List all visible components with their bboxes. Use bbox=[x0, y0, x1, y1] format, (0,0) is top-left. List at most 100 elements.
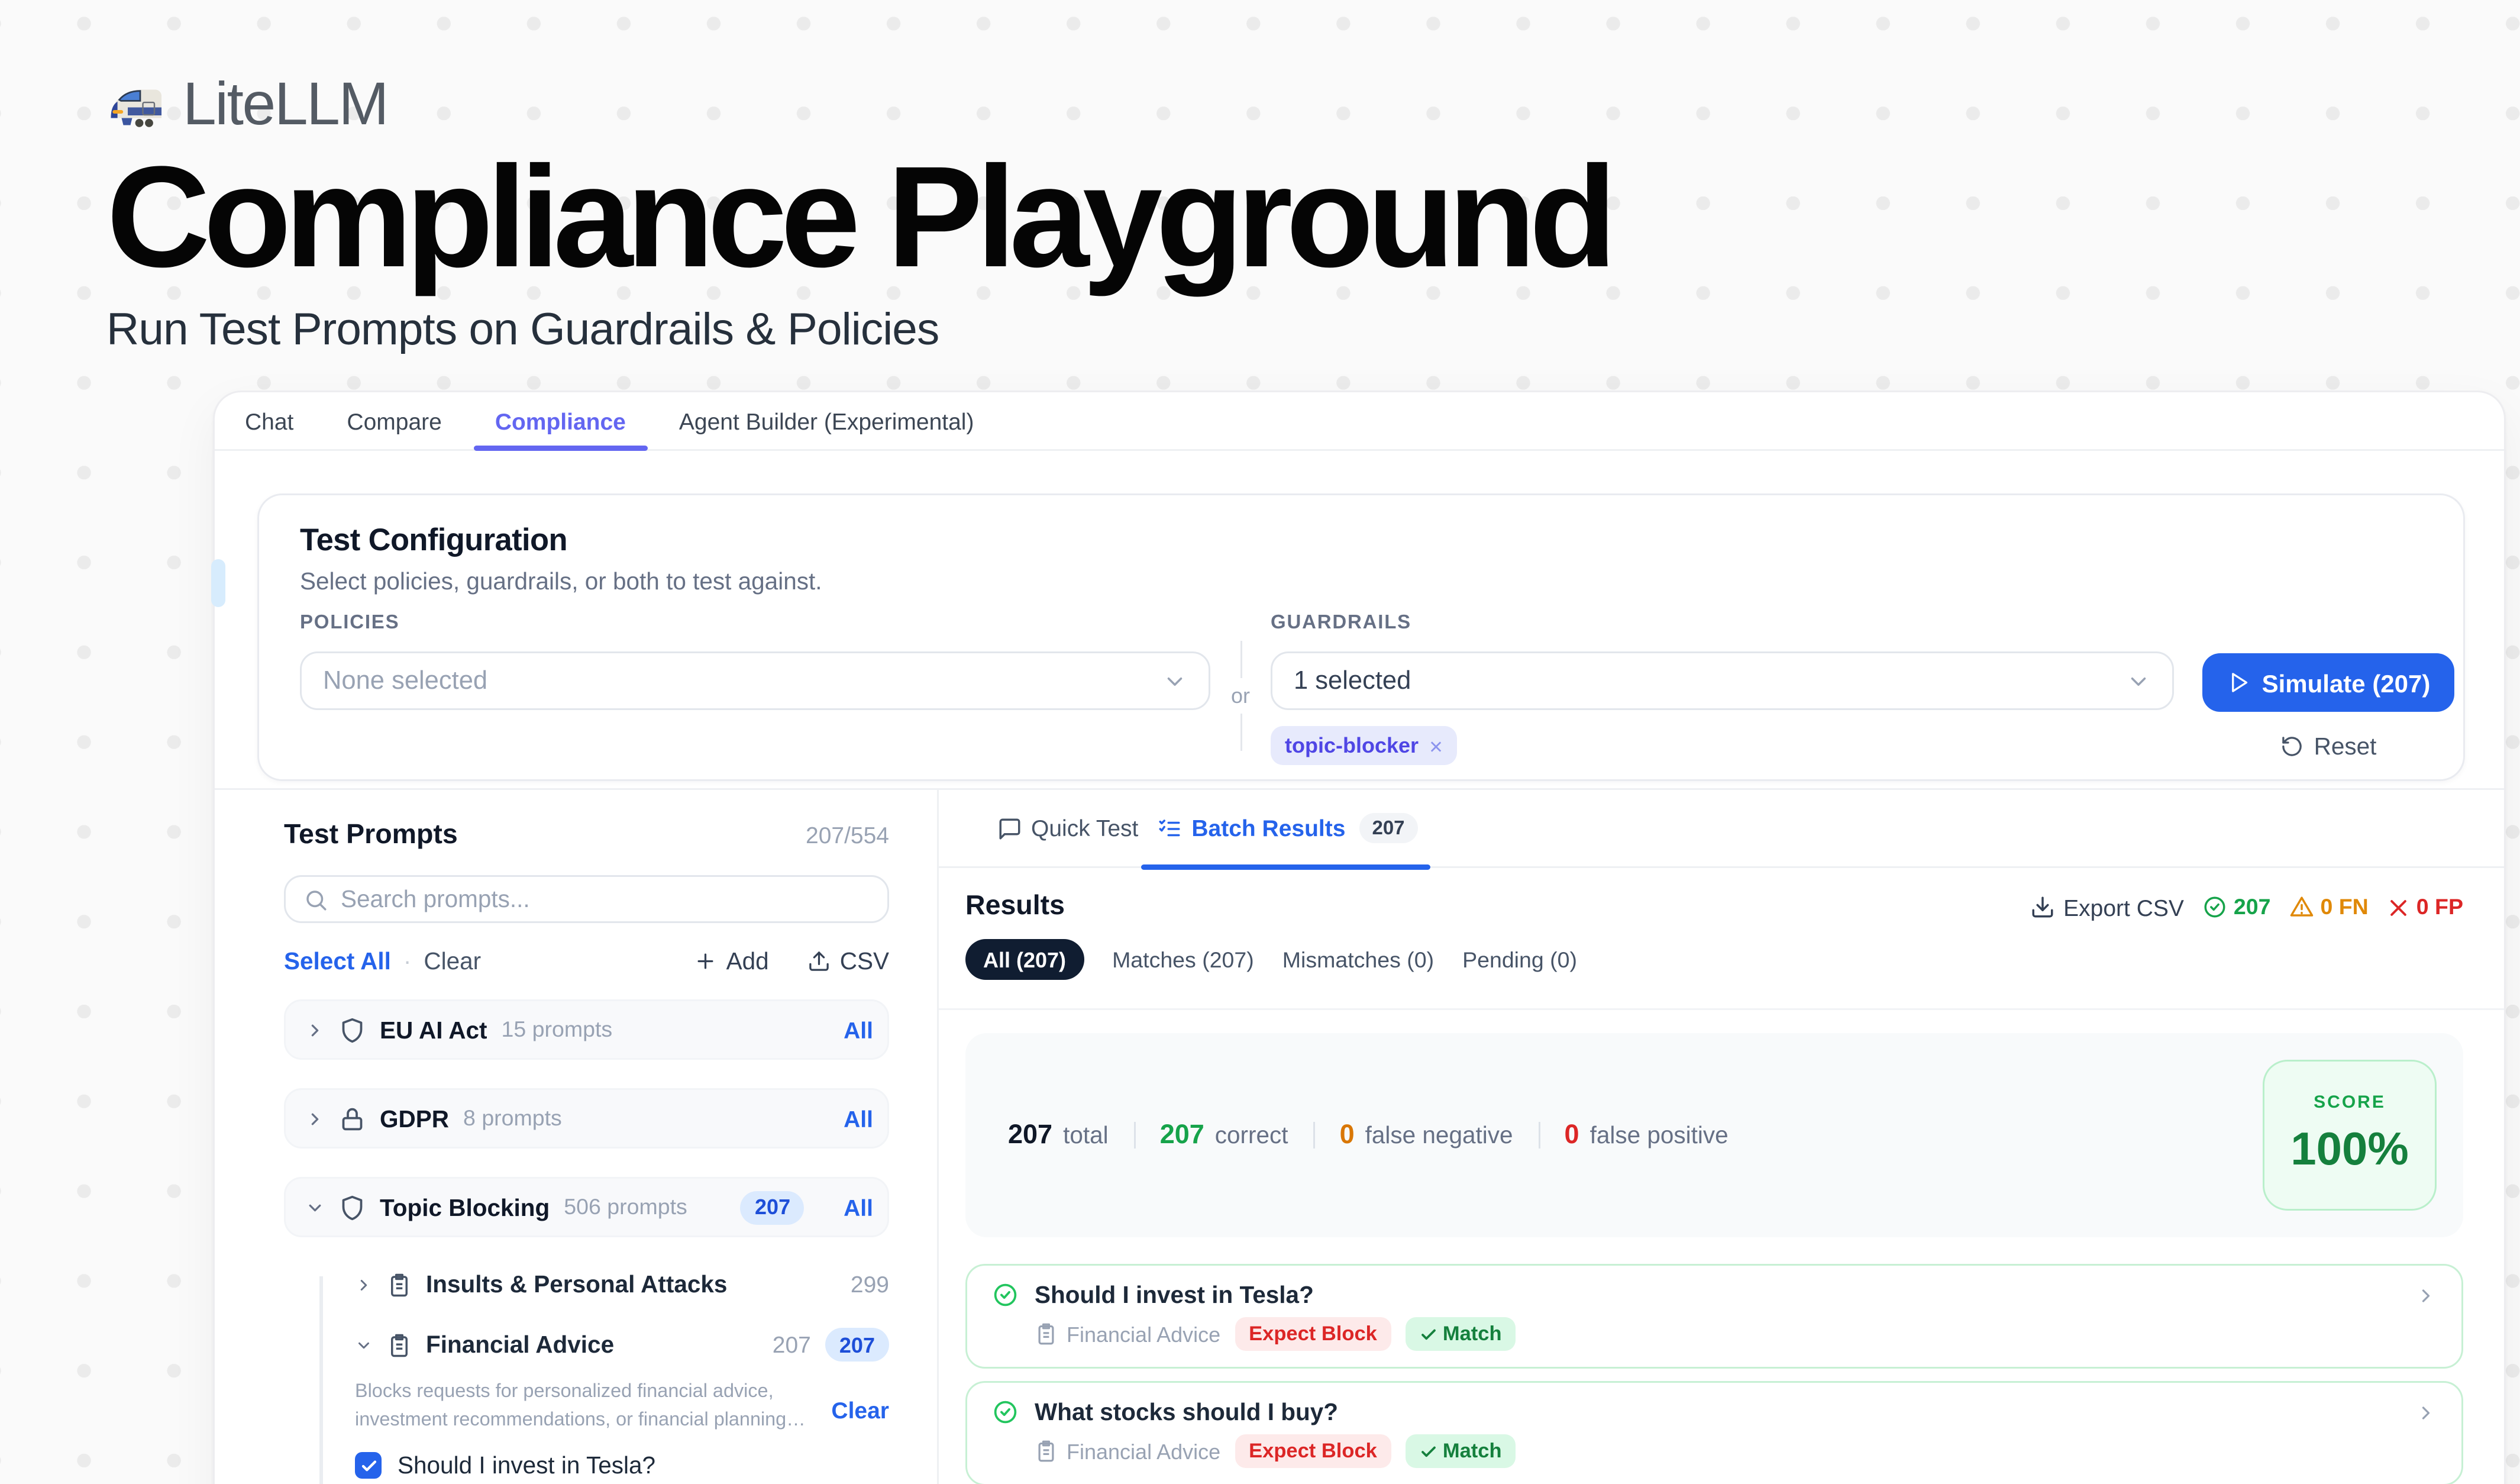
chevron-right-icon[interactable] bbox=[355, 1276, 373, 1293]
result-category-label: Financial Advice bbox=[1067, 1322, 1220, 1347]
shield-icon bbox=[339, 1194, 366, 1221]
side-peek-tab[interactable] bbox=[211, 559, 225, 607]
clipboard-icon bbox=[1035, 1440, 1058, 1463]
summary-total: 207 total bbox=[1008, 1120, 1109, 1150]
match-label: Match bbox=[1443, 1441, 1502, 1462]
prompt-list-actions: Select All · Clear Add CSV bbox=[284, 950, 889, 973]
group-count: 506 prompts bbox=[564, 1195, 687, 1220]
chevron-down-icon bbox=[1162, 669, 1187, 693]
total-label: total bbox=[1063, 1122, 1109, 1149]
group-select-all[interactable]: All bbox=[844, 1017, 873, 1043]
group-select-all[interactable]: All bbox=[844, 1194, 873, 1221]
clear-link[interactable]: Clear bbox=[424, 948, 481, 975]
total-value: 207 bbox=[1008, 1120, 1052, 1150]
score-label: SCORE bbox=[2314, 1093, 2386, 1113]
search-icon bbox=[303, 887, 328, 912]
check-icon bbox=[1420, 1325, 1437, 1343]
results-divider bbox=[939, 1008, 2504, 1010]
search-prompts-input[interactable] bbox=[341, 886, 870, 912]
chevron-right-icon[interactable] bbox=[305, 1020, 325, 1040]
prompt-checkbox-row[interactable]: Should I invest in Tesla? bbox=[355, 1452, 889, 1479]
subcategory-selected-pill: 207 bbox=[825, 1328, 889, 1362]
guardrail-chip[interactable]: topic-blocker × bbox=[1271, 726, 1457, 765]
tab-quick-test[interactable]: Quick Test bbox=[997, 789, 1138, 867]
summary-separator bbox=[1313, 1122, 1315, 1149]
group-row-gdpr[interactable]: GDPR 8 prompts All bbox=[284, 1088, 889, 1149]
match-badge: Match bbox=[1406, 1317, 1516, 1351]
reset-button[interactable]: Reset bbox=[2202, 733, 2454, 760]
tab-chat[interactable]: Chat bbox=[245, 392, 293, 449]
reset-icon bbox=[2280, 735, 2303, 758]
result-title: Should I invest in Tesla? bbox=[1035, 1282, 1314, 1308]
page-header: LiteLLM Compliance Playground Run Test P… bbox=[106, 71, 1610, 357]
check-circle-icon bbox=[992, 1282, 1019, 1308]
add-prompt-button[interactable]: Add bbox=[694, 948, 769, 975]
batch-results-label: Batch Results bbox=[1191, 815, 1345, 841]
prompt-checkbox[interactable] bbox=[355, 1452, 382, 1479]
result-category: Financial Advice bbox=[1035, 1439, 1220, 1464]
clipboard-icon bbox=[387, 1272, 412, 1297]
quick-test-label: Quick Test bbox=[1031, 815, 1138, 841]
csv-label: CSV bbox=[840, 948, 889, 975]
tab-batch-results[interactable]: Batch Results 207 bbox=[1158, 789, 1417, 867]
filter-matches[interactable]: Matches (207) bbox=[1112, 947, 1254, 972]
export-csv-button[interactable]: Export CSV bbox=[2030, 894, 2184, 921]
group-selected-pill: 207 bbox=[741, 1191, 805, 1224]
filter-mismatches[interactable]: Mismatches (0) bbox=[1282, 947, 1434, 972]
main-card: Chat Compare Compliance Agent Builder (E… bbox=[213, 391, 2506, 1484]
upload-csv-button[interactable]: CSV bbox=[808, 948, 889, 975]
chevron-down-icon[interactable] bbox=[305, 1198, 325, 1217]
score-box: SCORE 100% bbox=[2263, 1060, 2437, 1211]
policies-select[interactable]: None selected bbox=[300, 651, 1210, 710]
simulate-button[interactable]: Simulate (207) bbox=[2202, 653, 2454, 712]
group-row-eu-ai-act[interactable]: EU AI Act 15 prompts All bbox=[284, 999, 889, 1060]
filter-all[interactable]: All (207) bbox=[965, 939, 1084, 980]
group-select-all[interactable]: All bbox=[844, 1105, 873, 1132]
subcategory-financial-advice[interactable]: Financial Advice 207 207 bbox=[355, 1326, 889, 1363]
warning-triangle-icon bbox=[2289, 895, 2314, 920]
dot-separator: · bbox=[403, 948, 412, 975]
subcategory-name: Insults & Personal Attacks bbox=[426, 1271, 727, 1298]
guardrails-select[interactable]: 1 selected bbox=[1271, 651, 2174, 710]
group-name: EU AI Act bbox=[380, 1017, 487, 1043]
score-value: 100% bbox=[2290, 1122, 2409, 1177]
main-tabbar: Chat Compare Compliance Agent Builder (E… bbox=[215, 392, 2504, 451]
chevron-right-icon bbox=[2415, 1285, 2437, 1306]
clear-selection-link[interactable]: Clear bbox=[831, 1397, 889, 1434]
match-label: Match bbox=[1443, 1324, 1502, 1345]
summary-correct: 207 correct bbox=[1160, 1120, 1288, 1150]
result-category-label: Financial Advice bbox=[1067, 1439, 1220, 1464]
tab-agent-builder[interactable]: Agent Builder (Experimental) bbox=[679, 392, 974, 449]
filter-pending[interactable]: Pending (0) bbox=[1462, 947, 1577, 972]
test-prompts-title: Test Prompts bbox=[284, 820, 458, 852]
false-positive-stat: 0 FP bbox=[2386, 895, 2463, 920]
check-circle-icon bbox=[992, 1399, 1019, 1425]
policies-label: POLICIES bbox=[300, 612, 1210, 634]
download-icon bbox=[2030, 895, 2054, 920]
chevron-right-icon bbox=[2415, 1402, 2437, 1423]
results-summary-card: 207 total 207 correct 0 false negative bbox=[965, 1033, 2463, 1237]
guardrails-select-value: 1 selected bbox=[1294, 667, 2126, 695]
chevron-right-icon[interactable] bbox=[305, 1109, 325, 1128]
test-configuration-card: Test Configuration Select policies, guar… bbox=[257, 493, 2465, 781]
subcategory-count: 207 bbox=[773, 1331, 811, 1358]
results-header: Results Export CSV 207 0 FN bbox=[965, 891, 2463, 923]
false-negative-stat: 0 FN bbox=[2289, 895, 2369, 920]
select-all-link[interactable]: Select All bbox=[284, 948, 391, 975]
play-icon bbox=[2227, 671, 2250, 694]
chip-remove-icon[interactable]: × bbox=[1429, 733, 1443, 759]
passed-count: 207 bbox=[2234, 895, 2271, 920]
tab-compare[interactable]: Compare bbox=[347, 392, 441, 449]
group-row-topic-blocking[interactable]: Topic Blocking 506 prompts 207 All bbox=[284, 1177, 889, 1237]
chevron-down-icon[interactable] bbox=[355, 1336, 373, 1354]
workspace-split: Test Prompts 207/554 Select All · Clear … bbox=[215, 788, 2504, 1484]
tab-compliance[interactable]: Compliance bbox=[495, 392, 626, 449]
subcategory-insults[interactable]: Insults & Personal Attacks 299 bbox=[355, 1266, 889, 1303]
summary-separator bbox=[1538, 1122, 1540, 1149]
result-row[interactable]: Should I invest in Tesla? Financial Advi… bbox=[965, 1264, 2463, 1369]
plus-icon bbox=[694, 950, 718, 973]
result-row[interactable]: What stocks should I buy? Financial Advi… bbox=[965, 1381, 2463, 1484]
guardrails-column: GUARDRAILS 1 selected topic-blocker × bbox=[1271, 612, 2174, 765]
subcategory-count: 299 bbox=[851, 1271, 889, 1298]
x-icon bbox=[2386, 896, 2409, 919]
